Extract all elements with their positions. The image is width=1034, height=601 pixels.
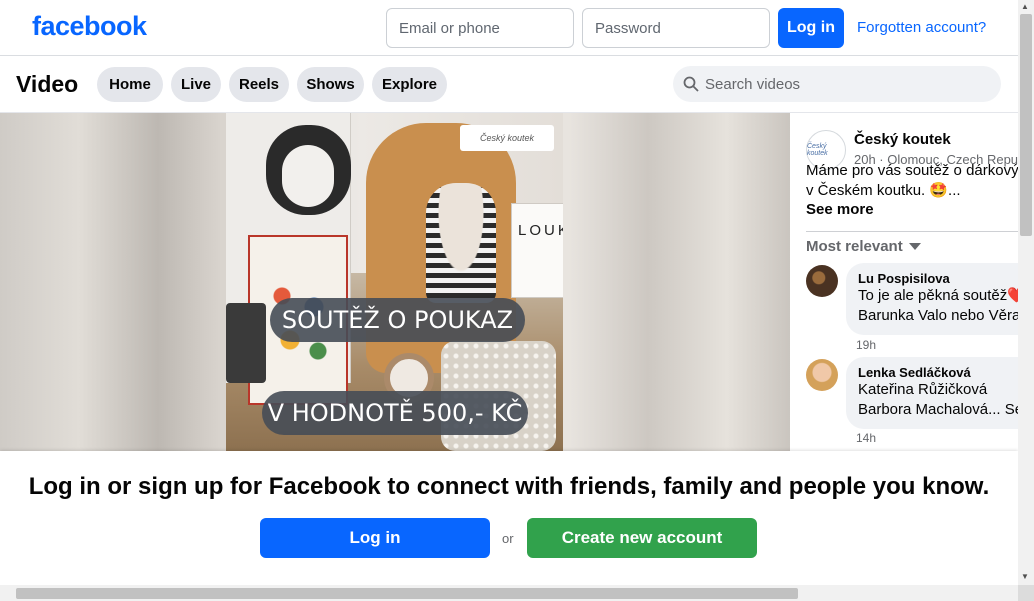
banner-login-button[interactable]: Log in <box>260 518 490 558</box>
video-player[interactable]: LOUK Český koutek SOUTĚŽ O POUKAZ V HODN… <box>0 113 790 451</box>
comment-bubble: Lu Pospisilova To je ale pěkná soutěž❤️ … <box>846 263 1018 335</box>
avatar[interactable] <box>806 359 838 391</box>
post-text: Máme pro vás soutěž o dárkový v Českém k… <box>806 162 1018 199</box>
facebook-logo[interactable]: facebook <box>32 11 147 42</box>
post-panel: Český koutek Český koutek 20h · Olomouc,… <box>790 113 1018 451</box>
brand-badge: Český koutek <box>460 125 554 151</box>
login-prompt-text: Log in or sign up for Facebook to connec… <box>28 473 990 500</box>
login-button[interactable]: Log in <box>778 8 844 48</box>
overlay-caption-line1: SOUTĚŽ O POUKAZ <box>270 298 525 342</box>
video-frame[interactable]: LOUK Český koutek SOUTĚŽ O POUKAZ V HODN… <box>226 113 563 451</box>
comment-text-line: Barbora Machalová... See <box>858 401 1018 418</box>
tab-home[interactable]: Home <box>97 67 163 102</box>
overlay-caption-line2: V HODNOTĚ 500,- KČ <box>262 391 528 435</box>
login-prompt-banner: Log in or sign up for Facebook to connec… <box>0 451 1018 585</box>
comment-timestamp[interactable]: 19h <box>856 338 876 352</box>
horizontal-scroll-thumb[interactable] <box>16 588 798 599</box>
plush-mouse-image <box>426 183 496 303</box>
comment-text-line: Barunka Valo nebo Věra <box>858 307 1018 324</box>
top-navbar: facebook Email or phone Password Log in … <box>0 0 1018 56</box>
louk-book-title: LOUK <box>518 222 563 239</box>
candle-jar-image <box>226 303 266 383</box>
page-name[interactable]: Český koutek <box>854 131 951 148</box>
comment-sort-dropdown[interactable]: Most relevant <box>806 238 921 255</box>
or-separator: or <box>502 531 514 546</box>
see-more-link[interactable]: See more <box>806 201 874 218</box>
comment-text-line: To je ale pěkná soutěž❤️ <box>858 287 1018 304</box>
search-input[interactable]: Search videos <box>673 66 1001 102</box>
search-icon <box>683 76 699 92</box>
badger-face-image <box>282 145 334 207</box>
tab-shows[interactable]: Shows <box>297 67 364 102</box>
comment-sort-label: Most relevant <box>806 238 903 255</box>
vertical-scroll-thumb[interactable] <box>1020 14 1032 236</box>
comment-author[interactable]: Lu Pospisilova <box>858 271 1018 286</box>
avatar[interactable] <box>806 265 838 297</box>
tab-explore[interactable]: Explore <box>372 67 447 102</box>
scroll-down-arrow-icon[interactable]: ▼ <box>1021 572 1029 581</box>
search-placeholder: Search videos <box>705 75 801 93</box>
password-field[interactable]: Password <box>582 8 770 48</box>
password-placeholder: Password <box>595 19 661 37</box>
tab-reels[interactable]: Reels <box>229 67 289 102</box>
scrollbar-corner <box>1018 585 1034 601</box>
create-account-button[interactable]: Create new account <box>527 518 757 558</box>
comment-bubble: Lenka Sedláčková Kateřina Růžičková Barb… <box>846 357 1018 429</box>
email-field[interactable]: Email or phone <box>386 8 574 48</box>
comment-text-line: Kateřina Růžičková <box>858 381 988 398</box>
email-placeholder: Email or phone <box>399 19 500 37</box>
comment-author[interactable]: Lenka Sedláčková <box>858 365 1018 380</box>
avatar-logo-text: Český koutek <box>807 143 828 157</box>
video-subheader: Video Home Live Reels Shows Explore Sear… <box>0 57 1018 113</box>
page-title: Video <box>16 71 79 97</box>
louk-book-image: LOUK <box>511 203 563 298</box>
forgotten-account-link[interactable]: Forgotten account? <box>857 19 986 36</box>
comment-timestamp[interactable]: 14h <box>856 431 876 445</box>
scroll-up-arrow-icon[interactable]: ▲ <box>1021 2 1029 11</box>
divider <box>806 231 1018 232</box>
tab-live[interactable]: Live <box>171 67 221 102</box>
caret-down-icon <box>908 242 921 250</box>
